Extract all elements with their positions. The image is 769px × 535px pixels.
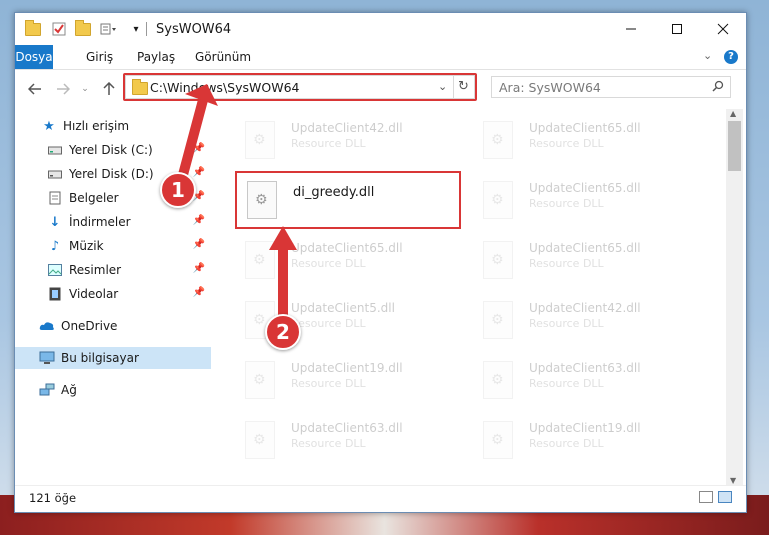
annotation-arrows (175, 84, 297, 329)
callout-1: 1 (160, 172, 196, 208)
arrow-2-head (269, 226, 297, 250)
callout-2: 2 (265, 314, 301, 350)
